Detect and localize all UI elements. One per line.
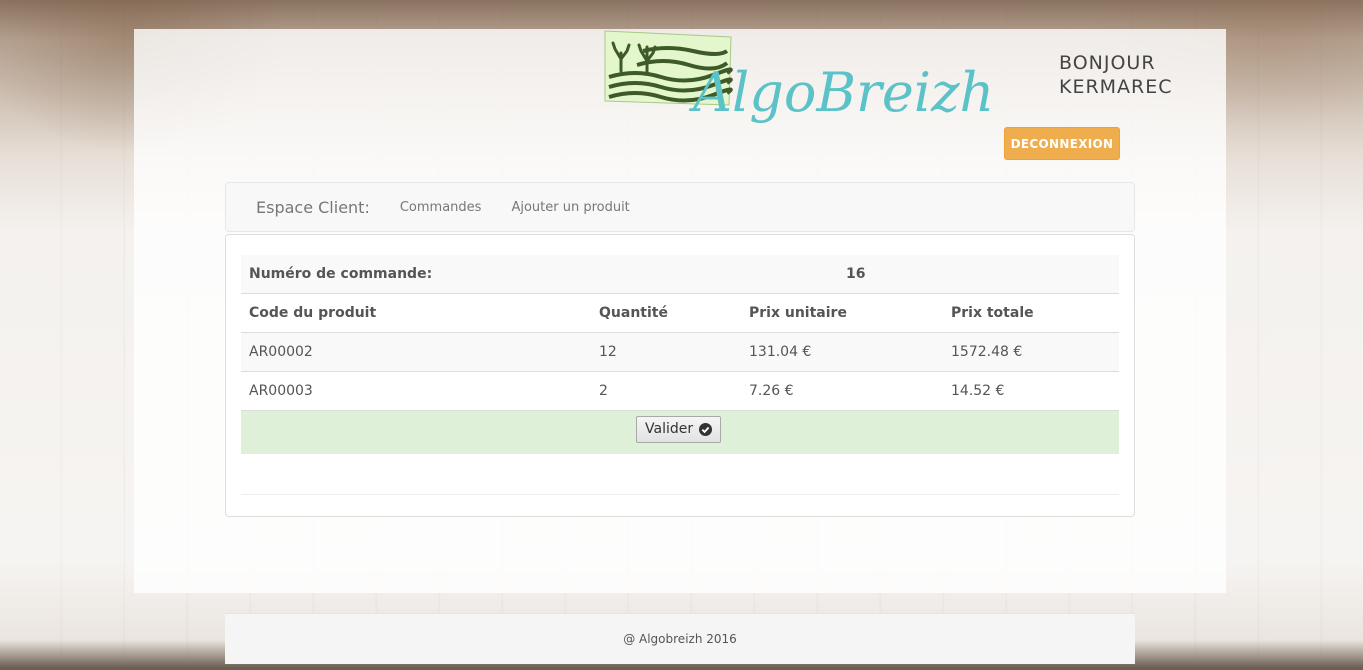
validate-button[interactable]: Valider (636, 415, 722, 443)
order-number-label: Numéro de commande: (249, 266, 433, 282)
quantity: 12 (599, 344, 617, 360)
quantity: 2 (599, 383, 608, 399)
check-circle-icon (699, 422, 713, 436)
order-table: Numéro de commande: 16 Code du produit Q… (241, 255, 1119, 495)
client-navbar: Espace Client: Commandes Ajouter un prod… (225, 182, 1135, 232)
column-header: Code du produit (249, 305, 377, 321)
order-number-value: 16 (846, 266, 866, 282)
total-price: 1572.48 € (951, 344, 1023, 360)
table-spacer-row (241, 454, 1119, 495)
product-code: AR00002 (249, 344, 313, 360)
table-row: AR00003 2 7.26 € 14.52 € (241, 371, 1119, 410)
validate-row: Valider (241, 410, 1119, 454)
algobreizh-logo[interactable]: AlgoBreizh (603, 29, 1003, 129)
page-footer: @ Algobreizh 2016 (225, 613, 1135, 664)
validate-label: Valider (645, 421, 694, 437)
logo-text: AlgoBreizh (688, 61, 994, 124)
page-container: AlgoBreizh BONJOUR KERMAREC DECONNEXION … (134, 29, 1226, 593)
column-header: Quantité (599, 305, 668, 321)
greeting-line: BONJOUR (1059, 52, 1156, 74)
logout-button[interactable]: DECONNEXION (1004, 127, 1120, 160)
order-number-row: Numéro de commande: 16 (241, 255, 1119, 293)
order-panel: Numéro de commande: 16 Code du produit Q… (225, 234, 1135, 517)
table-row: AR00002 12 131.04 € 1572.48 € (241, 332, 1119, 371)
total-price: 14.52 € (951, 383, 1005, 399)
table-header-row: Code du produit Quantité Prix unitaire P… (241, 293, 1119, 332)
user-greeting: BONJOUR KERMAREC (1059, 51, 1173, 99)
nav-link-commandes[interactable]: Commandes (400, 200, 482, 215)
username: KERMAREC (1059, 76, 1173, 98)
footer-copyright: @ Algobreizh 2016 (623, 632, 737, 646)
column-header: Prix totale (951, 305, 1034, 321)
nav-brand[interactable]: Espace Client: (256, 198, 370, 217)
unit-price: 131.04 € (749, 344, 812, 360)
product-code: AR00003 (249, 383, 313, 399)
column-header: Prix unitaire (749, 305, 847, 321)
nav-link-ajouter-produit[interactable]: Ajouter un produit (511, 200, 629, 215)
unit-price: 7.26 € (749, 383, 794, 399)
